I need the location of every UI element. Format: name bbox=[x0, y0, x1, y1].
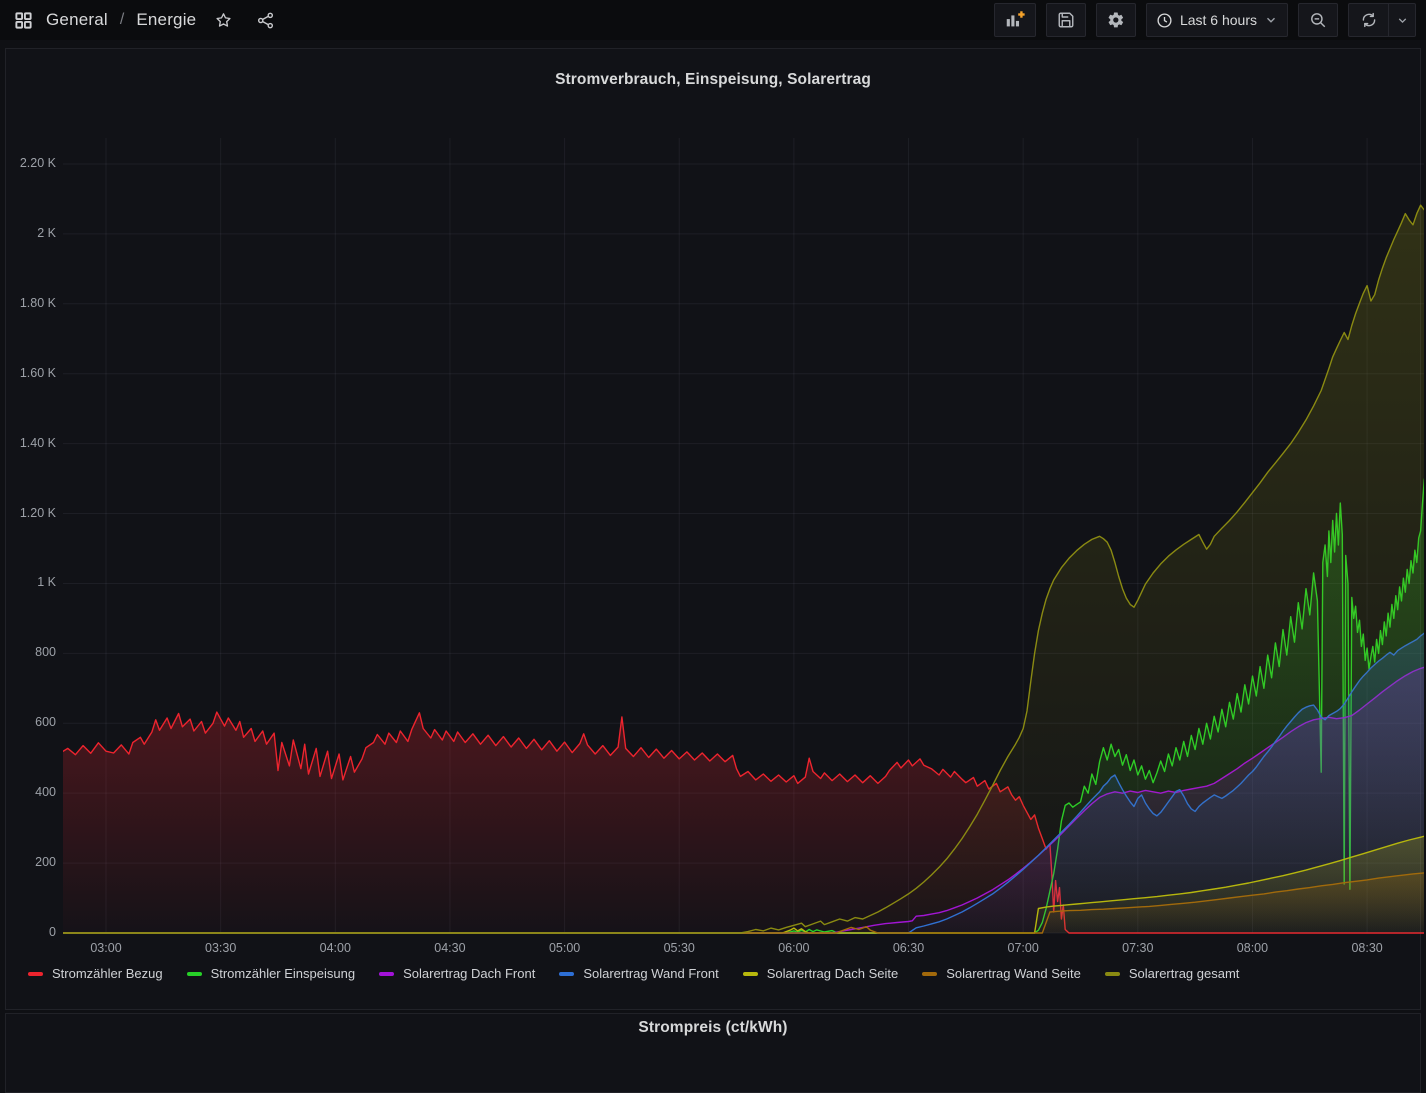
y-tick-label: 400 bbox=[35, 785, 56, 800]
dashboard-settings-button[interactable] bbox=[1095, 3, 1136, 37]
legend-label: Solarertrag Wand Front bbox=[583, 966, 719, 981]
chevron-down-icon bbox=[1267, 17, 1275, 23]
y-tick-label: 1.60 K bbox=[19, 365, 56, 380]
save-dashboard-button[interactable] bbox=[1045, 3, 1086, 37]
legend-swatch bbox=[186, 971, 202, 976]
x-tick-label: 06:00 bbox=[778, 941, 810, 955]
legend-item-0[interactable]: Stromzähler Bezug bbox=[28, 966, 163, 981]
x-tick-label: 03:30 bbox=[205, 941, 237, 955]
x-tick-label: 08:00 bbox=[1236, 941, 1269, 955]
apps-grid-icon[interactable] bbox=[10, 7, 36, 33]
y-tick-label: 200 bbox=[35, 855, 56, 870]
clock-icon bbox=[1157, 12, 1172, 28]
refresh-button[interactable] bbox=[1348, 3, 1388, 37]
refresh-button-group bbox=[1348, 3, 1416, 37]
next-panel-title[interactable]: Strompreis (ct/kWh) bbox=[6, 1019, 1420, 1037]
chart-legend: Stromzähler Bezug Stromzähler Einspeisung… bbox=[28, 966, 1408, 981]
legend-swatch bbox=[1104, 971, 1120, 976]
breadcrumb-section[interactable]: General bbox=[46, 10, 108, 30]
legend-item-4[interactable]: Solarertrag Dach Seite bbox=[742, 966, 899, 981]
y-tick-label: 2.20 K bbox=[19, 155, 56, 170]
panel-stromverbrauch: Stromverbrauch, Einspeisung, Solarertrag bbox=[5, 48, 1421, 1010]
legend-label: Stromzähler Bezug bbox=[52, 966, 163, 981]
refresh-interval-dropdown[interactable] bbox=[1388, 3, 1416, 37]
legend-swatch bbox=[742, 971, 758, 976]
y-tick-label: 600 bbox=[35, 715, 56, 730]
x-tick-label: 06:30 bbox=[892, 941, 925, 955]
breadcrumb: General / Energie bbox=[10, 7, 278, 33]
legend-swatch bbox=[28, 971, 43, 976]
y-tick-label: 1 K bbox=[37, 575, 56, 590]
star-icon[interactable] bbox=[210, 7, 236, 33]
legend-label: Stromzähler Einspeisung bbox=[210, 966, 356, 981]
legend-item-1[interactable]: Stromzähler Einspeisung bbox=[186, 966, 356, 981]
x-tick-label: 04:30 bbox=[434, 941, 466, 955]
y-tick-label: 1.80 K bbox=[19, 295, 56, 310]
add-panel-button[interactable] bbox=[993, 3, 1036, 37]
breadcrumb-page[interactable]: Energie bbox=[136, 10, 196, 30]
legend-swatch bbox=[559, 971, 575, 976]
plus-glyph bbox=[1018, 11, 1025, 18]
panel-title[interactable]: Stromverbrauch, Einspeisung, Solarertrag bbox=[6, 71, 1420, 89]
y-tick-label: 1.20 K bbox=[19, 505, 56, 520]
x-tick-label: 07:00 bbox=[1007, 941, 1039, 955]
time-range-label: Last 6 hours bbox=[1179, 12, 1257, 28]
x-tick-label: 04:00 bbox=[319, 941, 351, 955]
legend-item-5[interactable]: Solarertrag Wand Seite bbox=[922, 966, 1081, 981]
x-tick-label: 05:30 bbox=[663, 941, 695, 955]
y-tick-label: 0 bbox=[49, 925, 56, 939]
toolbar: Last 6 hours bbox=[993, 3, 1416, 37]
legend-label: Solarertrag Dach Seite bbox=[766, 966, 899, 981]
breadcrumb-separator: / bbox=[119, 11, 125, 28]
x-tick-label: 07:30 bbox=[1122, 941, 1154, 955]
panel-strompreis: Strompreis (ct/kWh) bbox=[5, 1013, 1421, 1093]
zoom-out-button[interactable] bbox=[1298, 3, 1338, 37]
app-header: General / Energie Last 6 hours bbox=[0, 0, 1426, 40]
legend-label: Solarertrag Dach Front bbox=[403, 966, 536, 981]
legend-item-3[interactable]: Solarertrag Wand Front bbox=[559, 966, 719, 981]
y-tick-label: 1.40 K bbox=[19, 435, 56, 450]
x-tick-label: 05:00 bbox=[548, 941, 581, 955]
legend-swatch bbox=[379, 971, 395, 976]
share-icon[interactable] bbox=[252, 7, 278, 33]
legend-label: Solarertrag Wand Seite bbox=[946, 966, 1081, 981]
legend-label: Solarertrag gesamt bbox=[1128, 966, 1240, 981]
x-tick-label: 03:00 bbox=[90, 941, 122, 955]
legend-item-6[interactable]: Solarertrag gesamt bbox=[1104, 966, 1240, 981]
legend-item-2[interactable]: Solarertrag Dach Front bbox=[379, 966, 535, 981]
y-tick-label: 800 bbox=[35, 645, 56, 660]
x-tick-label: 08:30 bbox=[1351, 941, 1383, 955]
chevron-down-icon bbox=[1398, 17, 1406, 23]
legend-swatch bbox=[922, 971, 938, 976]
y-tick-label: 2 K bbox=[37, 225, 56, 240]
time-range-picker[interactable]: Last 6 hours bbox=[1145, 3, 1288, 37]
